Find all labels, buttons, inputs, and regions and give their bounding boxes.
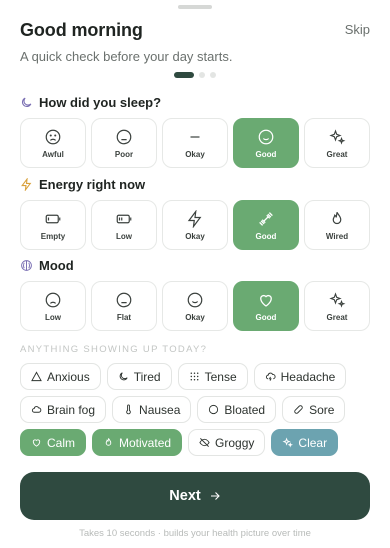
- energy-title: Energy right now: [39, 177, 146, 192]
- heart-icon: [32, 439, 41, 447]
- option-label: Empty: [40, 231, 66, 241]
- battery-empty-icon: [45, 214, 61, 223]
- cloud-icon: [31, 406, 42, 413]
- energy-option-low[interactable]: Low: [91, 200, 157, 250]
- heart-icon: [260, 294, 272, 307]
- option-label: Low: [45, 312, 61, 322]
- flame-icon: [105, 438, 112, 446]
- option-label: Great: [326, 149, 348, 159]
- sleep-option-good[interactable]: Good: [233, 118, 299, 168]
- step-dot: [199, 72, 205, 78]
- flame-icon: [332, 211, 342, 224]
- sleep-section: How did you sleep? Awful Poor Okay Good …: [20, 95, 370, 168]
- option-label: Great: [326, 312, 348, 322]
- next-label: Next: [169, 488, 201, 504]
- sparkles-icon: [329, 128, 346, 145]
- chip-bloated[interactable]: Bloated: [197, 396, 277, 423]
- mood-section: Mood Low Flat Okay Good Great: [20, 258, 370, 331]
- moon-icon: [21, 97, 32, 108]
- next-button[interactable]: Next: [20, 472, 370, 520]
- energy-option-good[interactable]: Good: [233, 200, 299, 250]
- option-label: Good: [255, 312, 277, 322]
- neutral-face-icon: [116, 129, 132, 144]
- smile-icon: [187, 292, 203, 307]
- option-label: Good: [255, 149, 277, 159]
- chip-tired[interactable]: Tired: [106, 363, 172, 390]
- footer-note: Takes 10 seconds · builds your health pi…: [79, 528, 311, 539]
- triangle-alert-icon: [31, 371, 42, 382]
- header: Good morning A quick check before your d…: [20, 20, 370, 64]
- chip-motivated[interactable]: Motivated: [92, 429, 183, 456]
- chip-groggy[interactable]: Groggy: [188, 429, 266, 456]
- smile-icon: [258, 129, 274, 144]
- chip-brain-fog[interactable]: Brain fog: [20, 396, 107, 423]
- lightning-icon: [187, 209, 202, 228]
- chip-nausea[interactable]: Nausea: [112, 396, 192, 423]
- battery-low-icon: [116, 214, 132, 223]
- option-label: Poor: [114, 149, 134, 159]
- brain-icon: [21, 260, 32, 271]
- moon-icon: [119, 372, 128, 381]
- mood-title: Mood: [39, 258, 74, 273]
- option-label: Low: [116, 231, 132, 241]
- symptom-chips: Anxious Tired Tense Headache Brain fog N…: [20, 363, 372, 462]
- mood-option-okay[interactable]: Okay: [162, 281, 228, 331]
- option-label: Okay: [185, 149, 205, 159]
- dots-grid-icon: [190, 372, 199, 381]
- mood-option-great[interactable]: Great: [304, 281, 370, 331]
- option-label: Wired: [325, 231, 349, 241]
- bandage-icon: [294, 405, 303, 414]
- chip-tense[interactable]: Tense: [177, 363, 248, 390]
- sparkles-icon: [282, 437, 294, 448]
- energy-section: Energy right now Empty Low Okay Good Wir…: [20, 177, 370, 250]
- chip-clear[interactable]: Clear: [271, 429, 339, 456]
- mood-option-good[interactable]: Good: [233, 281, 299, 331]
- energy-option-okay[interactable]: Okay: [162, 200, 228, 250]
- sheet-drag-handle[interactable]: [178, 5, 212, 9]
- sparkles-icon: [329, 291, 346, 308]
- chip-anxious[interactable]: Anxious: [20, 363, 101, 390]
- lightning-icon: [21, 178, 32, 191]
- symptoms-heading: ANYTHING SHOWING UP TODAY?: [20, 344, 208, 355]
- option-label: Okay: [185, 231, 205, 241]
- option-label: Good: [255, 231, 277, 241]
- chip-sore[interactable]: Sore: [282, 396, 346, 423]
- chip-calm[interactable]: Calm: [20, 429, 87, 456]
- mood-option-flat[interactable]: Flat: [91, 281, 157, 331]
- sleep-option-awful[interactable]: Awful: [20, 118, 86, 168]
- arrow-right-icon: [210, 492, 220, 500]
- dumbbell-icon: [259, 211, 273, 226]
- option-label: Flat: [116, 312, 132, 322]
- frown-icon: [45, 292, 61, 307]
- option-label: Awful: [42, 149, 64, 159]
- thermometer-icon: [126, 404, 131, 415]
- energy-option-empty[interactable]: Empty: [20, 200, 86, 250]
- sleep-option-great[interactable]: Great: [304, 118, 370, 168]
- mood-option-low[interactable]: Low: [20, 281, 86, 331]
- energy-option-wired[interactable]: Wired: [304, 200, 370, 250]
- option-label: Okay: [185, 312, 205, 322]
- neutral-face-icon: [116, 292, 132, 307]
- eye-off-icon: [199, 438, 210, 447]
- frown-icon: [45, 129, 61, 144]
- circle-icon: [209, 404, 219, 415]
- sleep-title: How did you sleep?: [39, 95, 162, 110]
- page-subtitle: A quick check before your day starts.: [20, 49, 233, 64]
- step-dot: [210, 72, 216, 78]
- step-indicator: [0, 72, 390, 78]
- page-title: Good morning: [20, 20, 143, 40]
- chip-headache[interactable]: Headache: [253, 363, 347, 390]
- dash-icon: [190, 135, 200, 138]
- sleep-option-okay[interactable]: Okay: [162, 118, 228, 168]
- step-dot-active: [174, 72, 194, 78]
- sleep-option-poor[interactable]: Poor: [91, 118, 157, 168]
- cloud-lightning-icon: [265, 372, 276, 381]
- skip-button[interactable]: Skip: [345, 22, 370, 37]
